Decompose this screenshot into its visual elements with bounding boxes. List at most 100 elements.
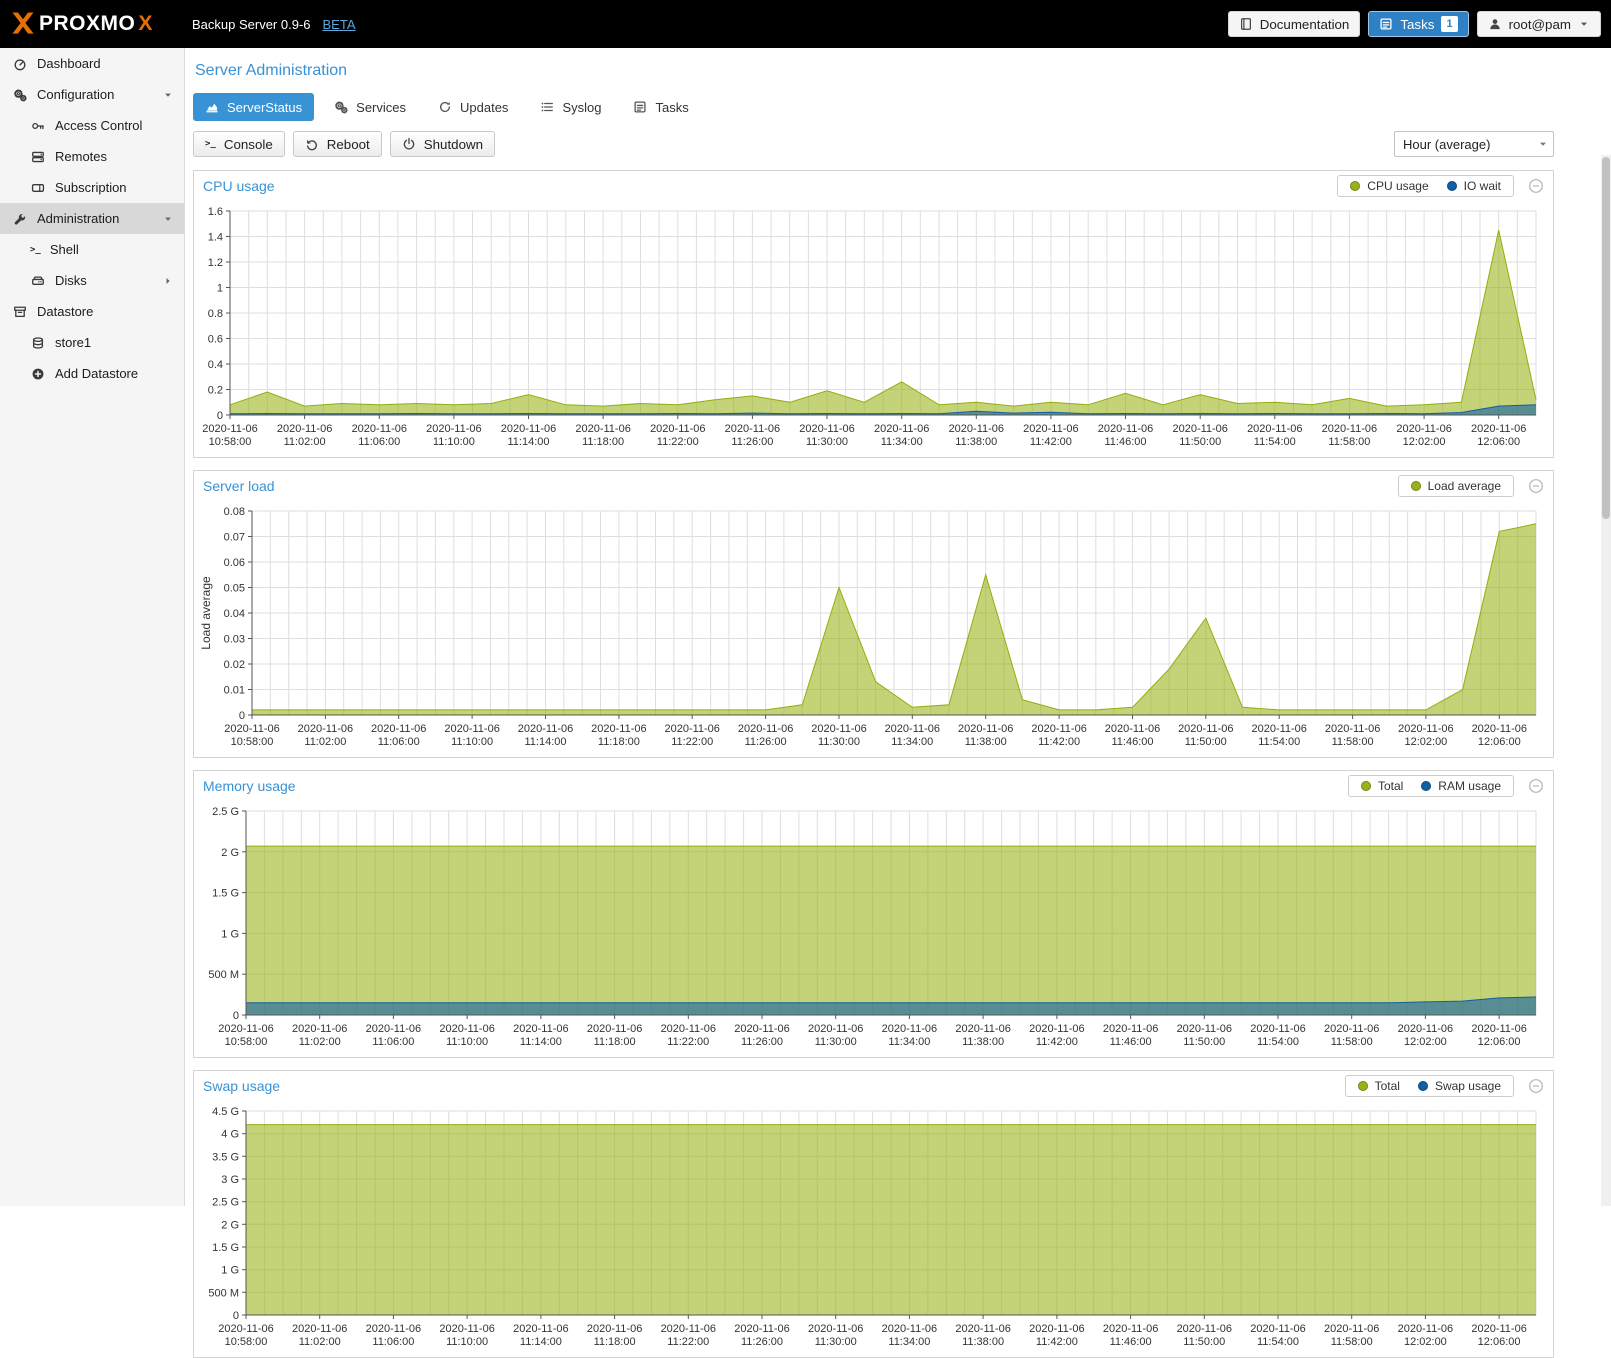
svg-text:2020-11-06: 2020-11-06 [664, 723, 719, 735]
legend-item[interactable]: RAM usage [1421, 779, 1501, 793]
legend-item[interactable]: CPU usage [1350, 179, 1428, 193]
product-version: Backup Server 0.9-6 [192, 17, 311, 32]
chart-canvas: 00.20.40.60.811.21.41.62020-11-0610:58:0… [196, 203, 1546, 453]
legend-dot [1447, 181, 1457, 191]
legend-item[interactable]: Swap usage [1418, 1079, 1501, 1093]
legend-label: Total [1378, 779, 1403, 793]
svg-text:11:42:00: 11:42:00 [1036, 1336, 1078, 1348]
tab-label: Syslog [562, 100, 601, 115]
key-icon [30, 119, 46, 133]
sidebar-item-label: Configuration [37, 87, 114, 102]
svg-text:11:38:00: 11:38:00 [962, 1336, 1004, 1348]
svg-text:2020-11-06: 2020-11-06 [1031, 723, 1086, 735]
reboot-button[interactable]: Reboot [293, 131, 382, 157]
svg-text:0.02: 0.02 [224, 659, 245, 671]
sidebar-item-shell[interactable]: >_Shell [0, 234, 184, 265]
sidebar-item-dashboard[interactable]: Dashboard [0, 48, 184, 79]
svg-text:2.5 G: 2.5 G [212, 806, 239, 818]
sidebar-item-label: Add Datastore [55, 366, 138, 381]
legend: CPU usage IO wait [1337, 175, 1514, 197]
tab-updates[interactable]: Updates [426, 93, 520, 121]
legend-item[interactable]: IO wait [1447, 179, 1501, 193]
sidebar-item-store1[interactable]: store1 [0, 327, 184, 358]
console-button[interactable]: >_Console [193, 131, 285, 157]
svg-text:2020-11-06: 2020-11-06 [1023, 423, 1078, 435]
panel-header: CPU usageCPU usage IO wait [194, 171, 1553, 201]
scrollbar-thumb[interactable] [1602, 157, 1610, 519]
beta-link[interactable]: BETA [323, 17, 356, 32]
svg-text:11:42:00: 11:42:00 [1030, 436, 1072, 448]
svg-text:2020-11-06: 2020-11-06 [882, 1023, 937, 1035]
svg-text:10:58:00: 10:58:00 [225, 1336, 268, 1348]
sidebar-item-label: Dashboard [37, 56, 101, 71]
svg-text:11:22:00: 11:22:00 [667, 1036, 709, 1048]
svg-text:0.07: 0.07 [224, 532, 245, 544]
svg-text:2020-11-06: 2020-11-06 [218, 1323, 273, 1335]
sidebar-item-remotes[interactable]: Remotes [0, 141, 184, 172]
tasks-button[interactable]: Tasks 1 [1368, 11, 1468, 37]
sidebar-item-configuration[interactable]: Configuration [0, 79, 184, 110]
legend-dot [1358, 1081, 1368, 1091]
svg-text:2020-11-06: 2020-11-06 [218, 1023, 273, 1035]
tab-services[interactable]: Services [322, 93, 418, 121]
legend-label: CPU usage [1367, 179, 1428, 193]
tab-label: ServerStatus [227, 100, 302, 115]
panel-cpu: CPU usageCPU usageIO wait00.20.40.60.811… [193, 170, 1554, 458]
tab-tasks[interactable]: Tasks [621, 93, 700, 121]
vertical-scrollbar[interactable] [1601, 155, 1611, 1206]
tab-serverstatus[interactable]: ServerStatus [193, 93, 314, 121]
sidebar-item-datastore[interactable]: Datastore [0, 296, 184, 327]
svg-text:11:26:00: 11:26:00 [745, 736, 787, 748]
panel-title: Server load [203, 478, 275, 494]
legend-label: Total [1375, 1079, 1400, 1093]
caret-down-icon[interactable] [162, 89, 174, 101]
svg-text:0: 0 [239, 710, 245, 722]
legend-item[interactable]: Load average [1411, 479, 1501, 493]
collapse-panel-button[interactable] [1528, 178, 1544, 194]
svg-text:2020-11-06: 2020-11-06 [277, 423, 332, 435]
documentation-button[interactable]: Documentation [1228, 11, 1361, 37]
legend-item[interactable]: Total [1361, 779, 1403, 793]
svg-text:2020-11-06: 2020-11-06 [292, 1323, 347, 1335]
caret-right-icon[interactable] [162, 275, 174, 287]
task-list-icon [1379, 17, 1393, 31]
svg-text:2020-11-06: 2020-11-06 [352, 423, 407, 435]
svg-text:0.03: 0.03 [224, 634, 245, 646]
refresh-icon [438, 100, 452, 114]
svg-text:2020-11-06: 2020-11-06 [1322, 423, 1377, 435]
svg-text:2020-11-06: 2020-11-06 [439, 1323, 494, 1335]
tab-syslog[interactable]: Syslog [528, 93, 613, 121]
collapse-panel-button[interactable] [1528, 778, 1544, 794]
timeframe-select[interactable]: Hour (average) [1394, 131, 1554, 157]
shutdown-button[interactable]: Shutdown [390, 131, 495, 157]
sidebar-item-add-datastore[interactable]: Add Datastore [0, 358, 184, 389]
svg-text:11:18:00: 11:18:00 [598, 736, 640, 748]
svg-text:2020-11-06: 2020-11-06 [811, 723, 866, 735]
svg-text:11:10:00: 11:10:00 [433, 436, 475, 448]
sidebar-item-subscription[interactable]: Subscription [0, 172, 184, 203]
svg-text:11:14:00: 11:14:00 [520, 1336, 562, 1348]
svg-text:11:54:00: 11:54:00 [1257, 1036, 1299, 1048]
caret-down-icon[interactable] [162, 213, 174, 225]
svg-text:2020-11-06: 2020-11-06 [885, 723, 940, 735]
sidebar-item-label: Administration [37, 211, 119, 226]
svg-text:1.4: 1.4 [208, 232, 223, 244]
collapse-panel-button[interactable] [1528, 478, 1544, 494]
svg-text:11:34:00: 11:34:00 [881, 436, 923, 448]
sidebar-item-disks[interactable]: Disks [0, 265, 184, 296]
collapse-panel-button[interactable] [1528, 1078, 1544, 1094]
tab-label: Updates [460, 100, 508, 115]
svg-text:11:26:00: 11:26:00 [741, 1336, 783, 1348]
sidebar-item-administration[interactable]: Administration [0, 203, 184, 234]
toolbar: >_Console Reboot Shutdown Hour (average) [193, 131, 1554, 157]
sidebar-item-access-control[interactable]: Access Control [0, 110, 184, 141]
svg-text:1.2: 1.2 [208, 257, 223, 269]
proxmox-logo: PROXMO X [10, 10, 180, 39]
svg-text:0: 0 [233, 1010, 239, 1022]
terminal-icon: >_ [205, 139, 216, 149]
svg-text:11:46:00: 11:46:00 [1104, 436, 1146, 448]
legend-item[interactable]: Total [1358, 1079, 1400, 1093]
app-header: PROXMO X Backup Server 0.9-6 BETA Docume… [0, 0, 1611, 48]
user-menu-button[interactable]: root@pam [1477, 11, 1601, 37]
svg-text:2020-11-06: 2020-11-06 [1398, 723, 1453, 735]
